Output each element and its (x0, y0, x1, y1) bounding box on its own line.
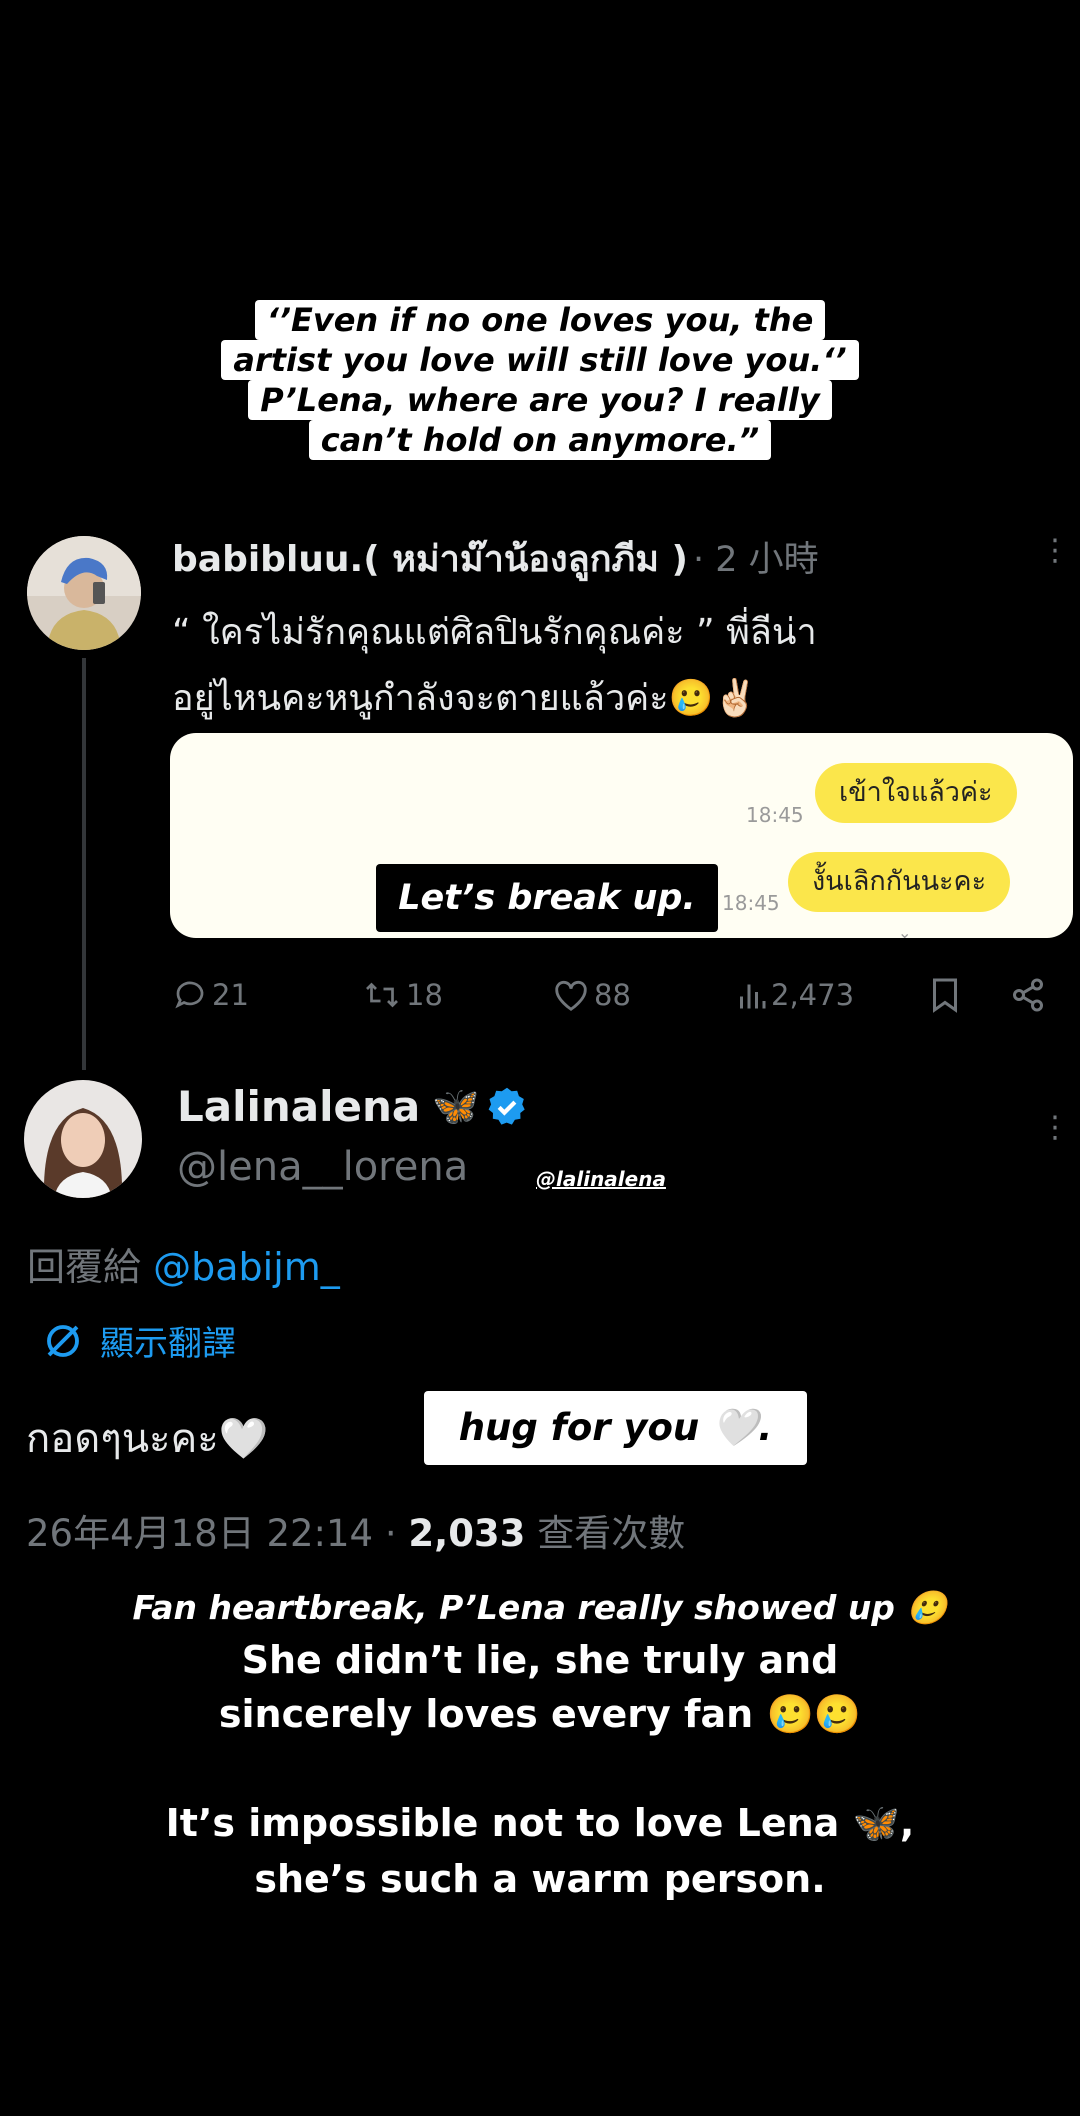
post-header: babibluu.( หม่าม๊าน้องลูกภีม ) · 2 小時 (172, 530, 1012, 587)
display-name[interactable]: babibluu.( หม่าม๊าน้องลูกภีม ) (172, 539, 688, 580)
reply-header: Lalinalena 🦋 (177, 1082, 528, 1131)
verified-badge-icon (488, 1087, 525, 1125)
caption-line: artist you love will still love you.‘’ (221, 340, 859, 380)
caption-line: Fan heartbreak, P’Lena really showed up … (132, 1588, 948, 1627)
reply-date: 26年4月18日 22:14 · (26, 1512, 397, 1555)
repost-button[interactable]: 18 (362, 972, 443, 1018)
avatar-babibluu[interactable] (27, 536, 141, 650)
post-time: · 2 小時 (693, 540, 819, 580)
avatar-lalinalena[interactable] (24, 1080, 142, 1198)
caption-top: ‘’Even if no one loves you, the artist y… (0, 300, 1080, 460)
overlay-caption: Let’s break up. (376, 864, 718, 932)
caption-line: She didn’t lie, she truly and (241, 1638, 839, 1682)
reply-to-label: 回覆給 (27, 1245, 142, 1289)
handle[interactable]: @lena__lorena (177, 1144, 468, 1190)
chat-bubble: เข้าใจแล้วค่ะ (815, 763, 1017, 823)
translate-button[interactable]: 顯示翻譯 (42, 1316, 236, 1365)
caption-line: P’Lena, where are you? I really (248, 380, 832, 420)
action-bar: 21 18 88 2,473 (172, 972, 1052, 1018)
reply-icon (175, 981, 204, 1009)
caption-line: she’s such a warm person. (254, 1857, 826, 1901)
like-count: 88 (594, 978, 631, 1012)
repost-count: 18 (406, 978, 443, 1012)
overlay-caption: hug for you 🤍. (424, 1391, 807, 1465)
reply-text: กอดๆนะคะ🤍 (26, 1416, 269, 1462)
ig-tag: @lalinalena (536, 1167, 666, 1191)
reply-views-label: 查看次數 (537, 1512, 686, 1555)
views-button[interactable]: 2,473 (737, 972, 854, 1018)
butterfly-emoji: 🦋 (432, 1084, 480, 1128)
post-text: “ ใครไม่รักคุณแต่ศิลปินรักคุณค่ะ ” พี่ลี… (172, 600, 1052, 732)
share-icon[interactable] (1010, 977, 1046, 1017)
caption-bottom: Fan heartbreak, P’Lena really showed up … (0, 1583, 1080, 1907)
chat-timestamp: 18:45 (746, 803, 804, 827)
reply-handle-row: @lena__lorena (177, 1144, 468, 1190)
caption-line: sincerely loves every fan 🥲🥲 (218, 1692, 862, 1736)
chat-timestamp: 18:45 (722, 891, 780, 915)
reply-to-handle[interactable]: @babijm_ (153, 1245, 340, 1289)
more-options-icon[interactable]: ⋮ (1040, 536, 1070, 566)
chevron-down-icon: ⌄ (898, 923, 912, 938)
bookmark-icon[interactable] (930, 977, 960, 1017)
post-text-line: “ ใครไม่รักคุณแต่ศิลปินรักคุณค่ะ ” พี่ลี… (172, 612, 817, 653)
translate-label: 顯示翻譯 (100, 1324, 236, 1364)
reply-button[interactable]: 21 (172, 972, 249, 1018)
post-text-line: อยู่ไหนคะหนูกำลังจะตายแล้วค่ะ🥲✌🏻 (172, 678, 759, 719)
display-name[interactable]: Lalinalena (177, 1082, 420, 1131)
caption-line: can’t hold on anymore.” (308, 420, 772, 460)
chat-bubble: งั้นเลิกกันนะคะ (788, 852, 1011, 912)
views-icon (740, 984, 766, 1009)
views-count: 2,473 (771, 978, 855, 1012)
caption-line: It’s impossible not to love Lena 🦋, (165, 1801, 915, 1845)
caption-line: ‘’Even if no one loves you, the (254, 300, 826, 340)
reply-meta: 26年4月18日 22:14 · 2,033 查看次數 (26, 1503, 685, 1557)
repost-icon (366, 982, 398, 1008)
like-button[interactable]: 88 (552, 972, 631, 1018)
heart-icon (555, 980, 587, 1011)
more-options-icon[interactable]: ⋮ (1040, 1113, 1070, 1143)
thread-line (82, 658, 86, 1070)
reply-views-count: 2,033 (408, 1512, 526, 1555)
reply-to: 回覆給 @babijm_ (27, 1236, 340, 1291)
translate-icon (47, 1324, 79, 1357)
reply-count: 21 (212, 978, 249, 1012)
